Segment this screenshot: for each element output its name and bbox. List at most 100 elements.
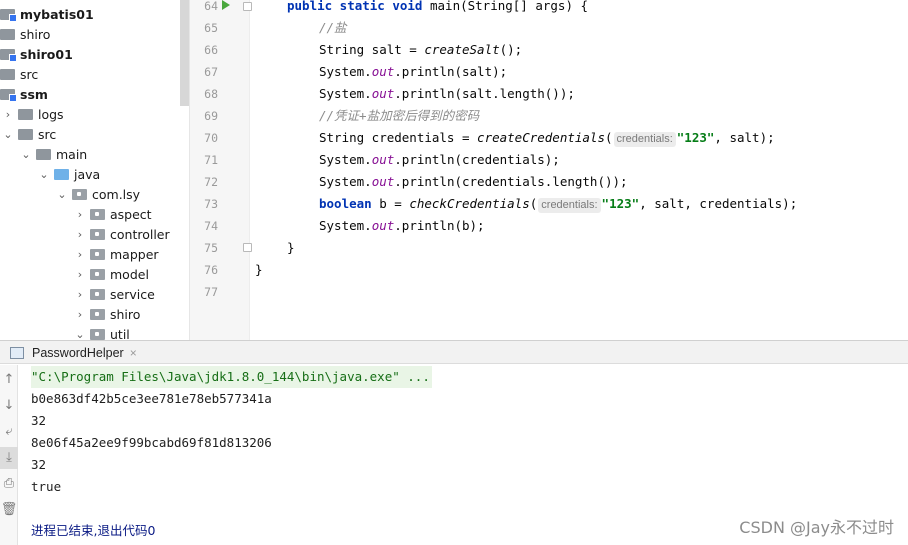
scroll-to-end-icon[interactable]: ⤓ <box>0 447 18 469</box>
tree-item-label: main <box>56 146 88 162</box>
chevron-right-icon[interactable]: › <box>74 208 86 221</box>
tree-item-shiro[interactable]: shiro <box>0 24 180 44</box>
code-token: ( <box>604 130 613 145</box>
tree-item-src[interactable]: src <box>0 64 180 84</box>
tree-item-mapper[interactable]: › mapper <box>74 244 189 264</box>
chevron-down-icon[interactable]: ⌄ <box>38 168 50 181</box>
tree-item-label: shiro01 <box>20 46 73 62</box>
code-line-69: //凭证+盐加密后得到的密码 <box>319 105 479 127</box>
chevron-right-icon[interactable]: › <box>74 308 86 321</box>
tree-scrollbar-thumb[interactable] <box>180 0 189 106</box>
line-number: 66 <box>204 43 218 57</box>
folder-icon <box>0 28 15 40</box>
tree-item-logs[interactable]: › logs <box>2 104 182 124</box>
chevron-right-icon[interactable]: › <box>74 228 86 241</box>
line-number: 68 <box>204 87 218 101</box>
tree-item-label: src <box>38 126 57 142</box>
run-gutter-icon[interactable] <box>222 0 230 10</box>
console-line: b0e863df42b5ce3ee781e78eb577341a <box>31 391 272 406</box>
chevron-down-icon[interactable]: ⌄ <box>2 128 14 141</box>
line-number: 69 <box>204 109 218 123</box>
package-icon <box>90 208 105 220</box>
code-token: out <box>371 218 395 233</box>
parameter-hint: credentials: <box>538 198 601 213</box>
code-token: } <box>255 262 263 277</box>
code-token: checkCredentials <box>409 196 530 211</box>
code-comment: //凭证+盐加密后得到的密码 <box>319 108 480 123</box>
soft-wrap-icon[interactable]: ⤶ <box>0 421 18 443</box>
fold-marker-icon[interactable] <box>243 2 252 11</box>
tree-item-util[interactable]: ⌄ util <box>74 324 189 341</box>
close-icon[interactable]: × <box>130 346 137 360</box>
tree-item-label: model <box>110 266 149 282</box>
chevron-right-icon[interactable]: › <box>74 248 86 261</box>
code-token: createCredentials <box>477 130 605 145</box>
code-editor[interactable]: public static void main(String[] args) {… <box>252 0 908 340</box>
code-token: out <box>371 174 395 189</box>
code-token: .println(b); <box>394 218 485 233</box>
up-arrow-icon[interactable]: ↑ <box>0 369 18 391</box>
code-line-72: System.out.println(credentials.length())… <box>319 171 628 193</box>
code-line-76: } <box>255 259 263 281</box>
code-line-65: //盐 <box>319 17 347 39</box>
line-number: 72 <box>204 175 218 189</box>
code-comment: //盐 <box>319 20 347 35</box>
line-number: 76 <box>204 263 218 277</box>
code-line-73: boolean b = checkCredentials(credentials… <box>319 193 797 215</box>
code-token: ( <box>529 196 538 211</box>
code-line-68: System.out.println(salt.length()); <box>319 83 575 105</box>
chevron-down-icon[interactable]: ⌄ <box>20 148 32 161</box>
tree-item-java[interactable]: ⌄ java <box>38 164 189 184</box>
line-number: 74 <box>204 219 218 233</box>
chevron-right-icon[interactable]: › <box>74 288 86 301</box>
tree-item-com-lsy[interactable]: ⌄ com.lsy <box>56 184 189 204</box>
print-icon[interactable]: ⎙ <box>0 473 18 495</box>
chevron-down-icon[interactable]: ⌄ <box>74 328 86 341</box>
code-line-75: } <box>287 237 295 259</box>
chevron-right-icon[interactable]: › <box>74 268 86 281</box>
trash-icon[interactable]: 🗑 <box>0 499 18 521</box>
module-folder-icon <box>0 48 17 62</box>
tree-item-shiro01[interactable]: shiro01 <box>0 44 180 64</box>
line-number: 70 <box>204 131 218 145</box>
line-number: 64 <box>204 0 218 13</box>
code-token: boolean <box>319 196 372 211</box>
down-arrow-icon[interactable]: ↓ <box>0 395 18 417</box>
package-icon <box>90 268 105 280</box>
code-line-66: String salt = createSalt(); <box>319 39 522 61</box>
code-token: out <box>371 64 395 79</box>
package-icon <box>90 308 105 320</box>
code-line-74: System.out.println(b); <box>319 215 485 237</box>
tree-item-label: java <box>74 166 101 182</box>
folder-icon <box>36 148 51 160</box>
tree-item-mybatis01[interactable]: mybatis01 <box>0 4 180 24</box>
fold-marker-icon[interactable] <box>243 243 252 252</box>
tree-item-label: controller <box>110 226 170 242</box>
code-line-71: System.out.println(credentials); <box>319 149 560 171</box>
tree-item-label: util <box>110 326 130 341</box>
tree-item-src-2[interactable]: ⌄ src <box>2 124 182 144</box>
run-tool-window-tabbar: PasswordHelper × <box>0 340 908 364</box>
chevron-right-icon[interactable]: › <box>2 108 14 121</box>
code-token: , salt); <box>714 130 775 145</box>
package-icon <box>72 188 87 200</box>
console-line: true <box>31 479 62 494</box>
tree-item-shiro-pkg[interactable]: › shiro <box>74 304 189 324</box>
tree-item-service[interactable]: › service <box>74 284 189 304</box>
run-tab-passwordhelper[interactable]: PasswordHelper × <box>10 343 137 363</box>
tree-item-main[interactable]: ⌄ main <box>20 144 189 164</box>
code-token: System. <box>319 152 372 167</box>
chevron-down-icon[interactable]: ⌄ <box>56 188 68 201</box>
tree-item-ssm[interactable]: ssm <box>0 84 180 104</box>
tree-item-label: logs <box>38 106 64 122</box>
code-line-70: String credentials = createCredentials(c… <box>319 127 775 149</box>
code-token: } <box>287 240 295 255</box>
tree-item-controller[interactable]: › controller <box>74 224 189 244</box>
code-token: .println(salt); <box>394 64 508 79</box>
code-token: System. <box>319 218 372 233</box>
console-exit-message: 进程已结束,退出代码0 <box>31 523 156 538</box>
package-icon <box>90 328 105 340</box>
tree-item-model[interactable]: › model <box>74 264 189 284</box>
console-command-line: "C:\Program Files\Java\jdk1.8.0_144\bin\… <box>31 366 432 388</box>
tree-item-aspect[interactable]: › aspect <box>74 204 189 224</box>
